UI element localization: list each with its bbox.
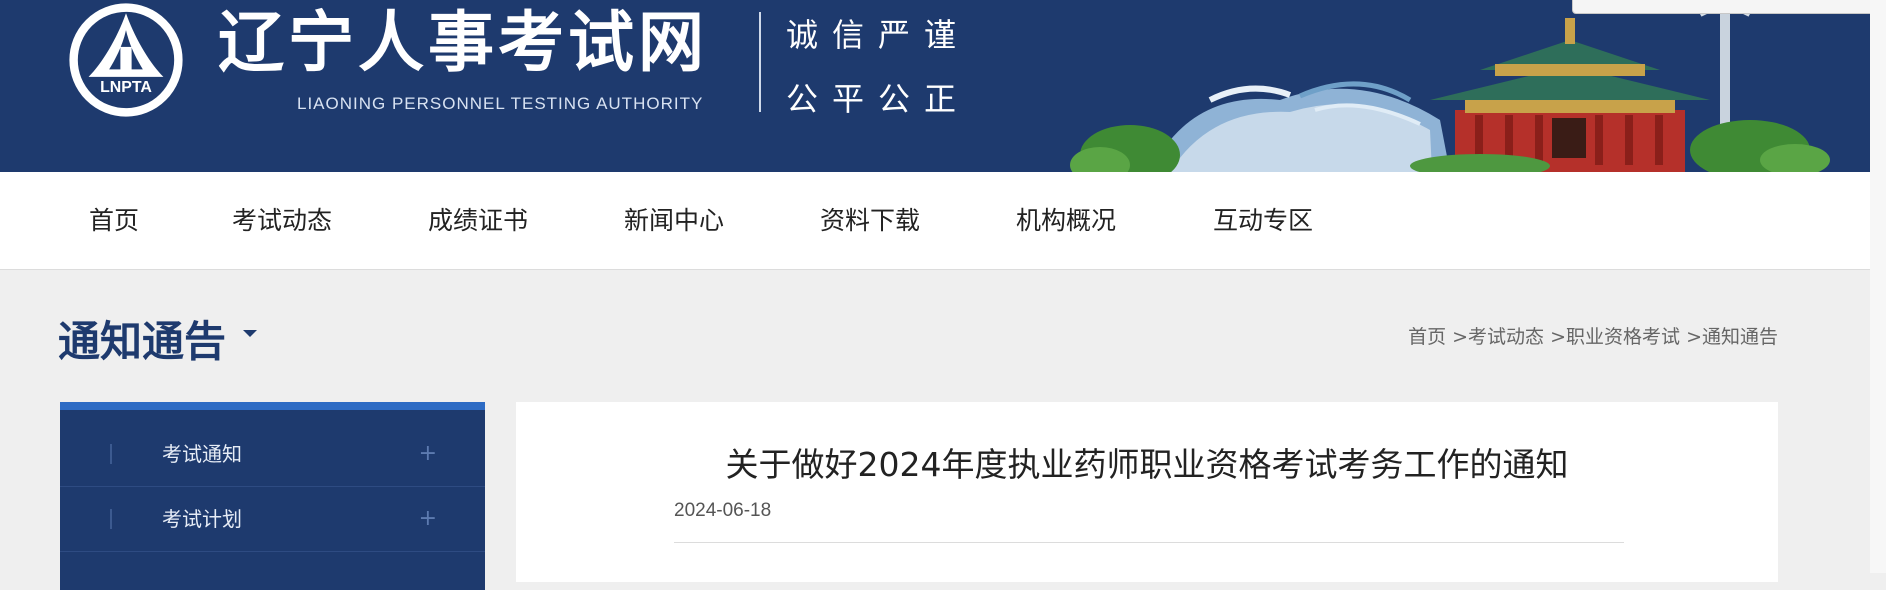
landmark-illustration — [1070, 4, 1830, 172]
breadcrumb-notices[interactable]: >通知通告 — [1686, 326, 1778, 348]
article-date: 2024-06-18 — [674, 500, 772, 521]
nav-item-home[interactable]: 首页 — [89, 172, 139, 269]
lnpta-logo[interactable]: LNPTA — [64, 2, 188, 118]
sidebar-item-label: 考试通知 — [162, 442, 242, 466]
divider-bar — [110, 509, 112, 529]
slogan-line-2: 公平公正 — [786, 80, 971, 118]
section-title[interactable]: 通知通告 — [58, 308, 226, 369]
nav-item-news-center[interactable]: 新闻中心 — [624, 172, 724, 269]
nav-item-interaction[interactable]: 互动专区 — [1213, 172, 1313, 269]
plus-icon[interactable]: + — [419, 487, 437, 551]
sidebar-item-exam-notices[interactable]: 考试通知 + — [60, 422, 485, 487]
breadcrumb-qualification-exams[interactable]: >职业资格考试 — [1550, 326, 1680, 348]
nav-item-scores-certificates[interactable]: 成绩证书 — [428, 172, 528, 269]
plus-icon[interactable]: + — [419, 422, 437, 486]
svg-text:LNPTA: LNPTA — [100, 79, 152, 96]
divider-bar — [110, 444, 112, 464]
breadcrumb-home[interactable]: 首页 — [1408, 326, 1446, 348]
slogan-line-1: 诚信严谨 — [786, 16, 971, 54]
top-right-widget[interactable] — [1572, 0, 1886, 14]
article-title: 关于做好2024年度执业药师职业资格考试考务工作的通知 — [725, 445, 1569, 484]
sidebar-item-label: 考试计划 — [162, 507, 242, 531]
site-title[interactable]: 辽宁人事考试网 — [218, 0, 708, 86]
divider — [674, 542, 1624, 543]
article-panel: 关于做好2024年度执业药师职业资格考试考务工作的通知 2024-06-18 — [516, 402, 1778, 582]
breadcrumb: 首页 >考试动态 >职业资格考试 >通知通告 — [1408, 322, 1778, 349]
site-subtitle: LIAONING PERSONNEL TESTING AUTHORITY — [297, 94, 704, 113]
breadcrumb-exam-news[interactable]: >考试动态 — [1452, 326, 1544, 348]
title-divider — [759, 12, 761, 112]
sidebar: 考试通知 + 考试计划 + — [60, 402, 485, 590]
caret-down-icon[interactable] — [243, 330, 257, 337]
page-edge — [1870, 0, 1886, 573]
nav-item-downloads[interactable]: 资料下载 — [820, 172, 920, 269]
nav-item-exam-news[interactable]: 考试动态 — [232, 172, 332, 269]
main-nav: 首页 考试动态 成绩证书 新闻中心 资料下载 机构概况 互动专区 — [0, 172, 1870, 270]
site-header: LNPTA 辽宁人事考试网 LIAONING PERSONNEL TESTING… — [0, 0, 1870, 172]
sidebar-item-exam-plans[interactable]: 考试计划 + — [60, 487, 485, 552]
nav-item-about[interactable]: 机构概况 — [1016, 172, 1116, 269]
